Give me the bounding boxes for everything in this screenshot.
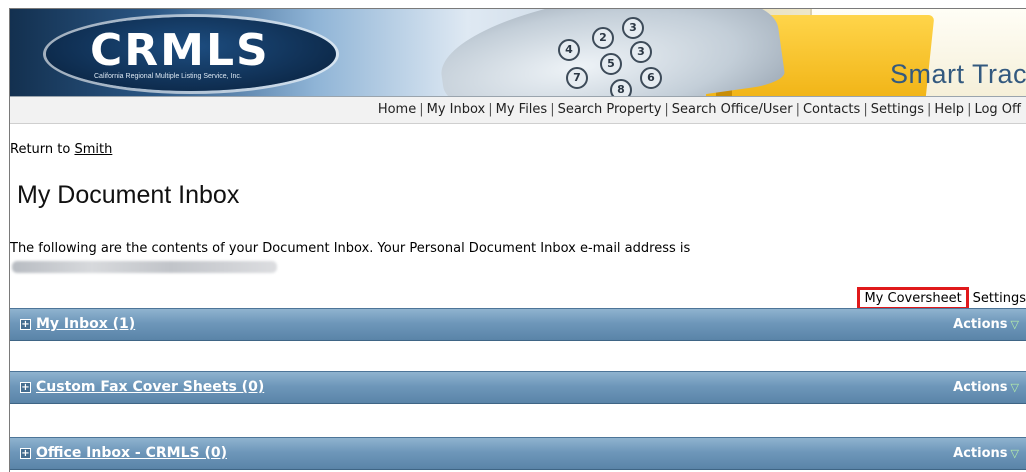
nav-separator: | (927, 102, 932, 117)
logo-text: CRMLS (90, 25, 270, 76)
keypad-key: 3 (630, 41, 652, 63)
actions-label[interactable]: Actions (953, 317, 1007, 332)
triangle-down-icon[interactable]: ▽ (1011, 318, 1019, 331)
nav-separator: | (550, 102, 555, 117)
settings-link[interactable]: Settings (973, 291, 1026, 306)
page-frame: 4 2 3 7 5 3 8 6 CRMLS California Regiona… (9, 8, 1026, 472)
redacted-email-address (12, 261, 277, 273)
nav-help[interactable]: Help (934, 102, 964, 117)
nav-log-off[interactable]: Log Off (974, 102, 1021, 117)
triangle-down-icon[interactable]: ▽ (1011, 447, 1019, 460)
nav-home[interactable]: Home (378, 102, 416, 117)
panel-actions[interactable]: Actions ▽ (953, 317, 1019, 332)
nav-settings[interactable]: Settings (871, 102, 924, 117)
panel-title-text[interactable]: Office Inbox - CRMLS (0) (36, 445, 227, 461)
nav-my-files[interactable]: My Files (496, 102, 548, 117)
panel-title-text[interactable]: Custom Fax Cover Sheets (0) (36, 379, 264, 395)
panel-title[interactable]: + Office Inbox - CRMLS (0) (20, 445, 227, 461)
keypad-key: 4 (558, 39, 580, 61)
nav-separator: | (795, 102, 800, 117)
nav-separator: | (419, 102, 424, 117)
nav-my-inbox[interactable]: My Inbox (427, 102, 486, 117)
panel-custom-fax-cover-sheets[interactable]: + Custom Fax Cover Sheets (0) Actions ▽ (10, 371, 1026, 404)
keypad-key: 7 (566, 67, 588, 89)
panel-title[interactable]: + My Inbox (1) (20, 316, 135, 332)
return-line: Return to Smith (10, 142, 112, 157)
panel-office-inbox[interactable]: + Office Inbox - CRMLS (0) Actions ▽ (10, 437, 1026, 470)
nav-separator: | (967, 102, 972, 117)
return-prefix: Return to (10, 142, 71, 157)
panel-my-inbox[interactable]: + My Inbox (1) Actions ▽ (10, 308, 1026, 341)
nav-search-property[interactable]: Search Property (558, 102, 662, 117)
nav-separator: | (488, 102, 493, 117)
keypad-key: 8 (610, 79, 632, 96)
page-title: My Document Inbox (17, 181, 240, 209)
keypad-key: 2 (592, 27, 614, 49)
my-coversheet-link[interactable]: My Coversheet (857, 287, 969, 310)
plus-box-icon[interactable]: + (20, 319, 31, 330)
panel-actions[interactable]: Actions ▽ (953, 446, 1019, 461)
actions-label[interactable]: Actions (953, 446, 1007, 461)
panel-title[interactable]: + Custom Fax Cover Sheets (0) (20, 379, 264, 395)
top-nav: Home | My Inbox | My Files | Search Property | S… (10, 97, 1026, 124)
panel-title-text[interactable]: My Inbox (1) (36, 316, 135, 332)
actions-label[interactable]: Actions (953, 380, 1007, 395)
plus-box-icon[interactable]: + (20, 448, 31, 459)
keypad-key: 6 (640, 67, 662, 89)
keypad-key: 3 (622, 17, 644, 39)
return-link[interactable]: Smith (74, 142, 112, 157)
header-banner: 4 2 3 7 5 3 8 6 CRMLS California Regiona… (10, 9, 1026, 97)
nav-separator: | (863, 102, 868, 117)
product-name: Smart Trac (889, 59, 1026, 89)
nav-contacts[interactable]: Contacts (803, 102, 860, 117)
triangle-down-icon[interactable]: ▽ (1011, 381, 1019, 394)
plus-box-icon[interactable]: + (20, 382, 31, 393)
keypad-key: 5 (600, 53, 622, 75)
nav-search-office-user[interactable]: Search Office/User (672, 102, 793, 117)
inbox-links: My Coversheet Settings (857, 287, 1026, 310)
logo-subtitle: California Regional Multiple Listing Ser… (94, 73, 242, 80)
panel-actions[interactable]: Actions ▽ (953, 380, 1019, 395)
nav-separator: | (664, 102, 669, 117)
inbox-description: The following are the contents of your D… (10, 241, 691, 256)
